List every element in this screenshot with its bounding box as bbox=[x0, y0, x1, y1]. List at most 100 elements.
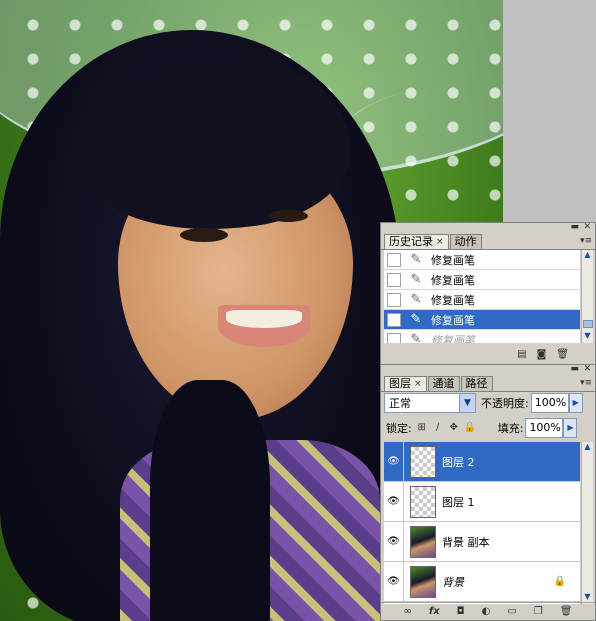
tab-label: 动作 bbox=[454, 235, 477, 248]
lock-transparency-icon[interactable]: ⊞ bbox=[416, 422, 428, 434]
minimize-icon[interactable]: ▬ bbox=[570, 222, 579, 232]
blend-mode-select[interactable]: 正常 ▼ bbox=[384, 393, 476, 413]
layer-thumbnail bbox=[410, 565, 436, 598]
tab-label: 通道 bbox=[432, 377, 455, 390]
panel-menu-icon[interactable]: ▾≡ bbox=[580, 378, 592, 388]
hair-front bbox=[150, 380, 270, 621]
left-eye bbox=[180, 228, 228, 242]
tab-actions[interactable]: 动作 bbox=[449, 234, 482, 249]
opacity-label: 不透明度: bbox=[481, 397, 529, 410]
history-tabs: 历史记录 × 动作 ▾≡ bbox=[381, 234, 595, 250]
fill-input[interactable]: 100% bbox=[525, 418, 564, 438]
layer-row-selected[interactable]: 👁 图层 2 bbox=[384, 442, 580, 482]
history-row-label: 修复画笔 bbox=[431, 273, 475, 287]
fill-label: 填充: bbox=[497, 422, 524, 435]
layer-thumbnail bbox=[410, 445, 436, 478]
history-row-label: 修复画笔 bbox=[431, 313, 475, 327]
minimize-icon[interactable]: ▬ bbox=[570, 364, 579, 374]
close-icon[interactable]: ✕ bbox=[583, 222, 591, 232]
layer-name: 图层 1 bbox=[442, 495, 475, 509]
snapshot-source-checkbox[interactable] bbox=[387, 332, 401, 343]
eye-icon[interactable]: 👁 bbox=[384, 442, 404, 482]
history-row-selected[interactable]: ✎ 修复画笔 bbox=[384, 310, 580, 330]
lock-label: 锁定: bbox=[386, 422, 412, 435]
camera-icon[interactable]: ◙ bbox=[537, 349, 547, 360]
eye-icon[interactable]: 👁 bbox=[384, 561, 404, 602]
scroll-down-icon[interactable]: ▼ bbox=[582, 331, 593, 343]
layer-row[interactable]: 👁 图层 1 bbox=[384, 481, 580, 522]
right-eye bbox=[268, 210, 308, 222]
healing-brush-icon: ✎ bbox=[410, 292, 422, 307]
trash-icon[interactable]: 🗑 bbox=[556, 349, 569, 360]
lock-all-icon[interactable]: 🔒 bbox=[464, 422, 476, 434]
tab-close-icon[interactable]: × bbox=[414, 377, 422, 391]
history-titlebar[interactable]: ▬ ✕ bbox=[381, 222, 595, 234]
tab-label: 路径 bbox=[465, 377, 488, 390]
scroll-up-icon[interactable]: ▲ bbox=[582, 442, 593, 454]
scroll-up-icon[interactable]: ▲ bbox=[582, 250, 593, 262]
healing-brush-icon: ✎ bbox=[410, 312, 422, 327]
tab-close-icon[interactable]: × bbox=[436, 235, 444, 249]
snapshot-source-checkbox[interactable] bbox=[387, 292, 401, 307]
history-row-label: 修复画笔 bbox=[431, 293, 475, 307]
layers-footer: ∞ fx ◘ ◐ ▭ ❐ 🗑 bbox=[381, 602, 595, 620]
layers-titlebar[interactable]: ▬ ✕ bbox=[381, 364, 595, 376]
adjustment-icon[interactable]: ◐ bbox=[482, 606, 491, 617]
snapshot-source-checkbox[interactable] bbox=[387, 312, 401, 327]
opacity-slider-button[interactable]: ▶ bbox=[568, 393, 583, 413]
layers-panel: ▬ ✕ 图层 × 通道 路径 ▾≡ 正常 ▼ 不透明度: 100% ▶ 锁定: … bbox=[380, 364, 596, 621]
tab-layers[interactable]: 图层 × bbox=[384, 376, 427, 391]
layers-scrollbar[interactable]: ▲ ▼ bbox=[581, 442, 593, 604]
history-row[interactable]: ✎ 修复画笔 bbox=[384, 250, 580, 270]
opacity-input[interactable]: 100% bbox=[530, 393, 569, 413]
trash-icon[interactable]: 🗑 bbox=[560, 606, 573, 617]
history-list: ✎ 修复画笔 ✎ 修复画笔 ✎ 修复画笔 ✎ 修复画笔 ✎ 修复画笔 bbox=[384, 250, 580, 343]
history-row-undone[interactable]: ✎ 修复画笔 bbox=[384, 330, 580, 343]
eye-icon[interactable]: 👁 bbox=[384, 481, 404, 522]
tab-history[interactable]: 历史记录 × bbox=[384, 234, 449, 249]
layer-row[interactable]: 👁 背景 副本 bbox=[384, 521, 580, 562]
fx-icon[interactable]: fx bbox=[429, 606, 440, 617]
history-scrollbar[interactable]: ▲ ▼ bbox=[581, 250, 593, 343]
history-row-label: 修复画笔 bbox=[431, 333, 475, 344]
fill-slider-button[interactable]: ▶ bbox=[563, 418, 578, 438]
close-icon[interactable]: ✕ bbox=[583, 364, 591, 374]
mask-icon[interactable]: ◘ bbox=[457, 606, 465, 617]
layers-tabs: 图层 × 通道 路径 ▾≡ bbox=[381, 376, 595, 392]
layer-name: 背景 副本 bbox=[442, 535, 490, 549]
snapshot-source-checkbox[interactable] bbox=[387, 252, 401, 267]
tab-label: 图层 bbox=[389, 377, 411, 390]
scroll-thumb[interactable] bbox=[583, 320, 593, 328]
layer-thumbnail bbox=[410, 525, 436, 558]
lock-fill-row: 锁定: ⊞ ∕ ✥ 🔒 填充: 100% ▶ bbox=[384, 418, 594, 438]
history-footer: ▤ ◙ 🗑 bbox=[381, 344, 595, 364]
layer-row[interactable]: 👁 背景 🔒 bbox=[384, 561, 580, 602]
blend-opacity-row: 正常 ▼ 不透明度: 100% ▶ bbox=[384, 392, 594, 414]
snapshot-source-checkbox[interactable] bbox=[387, 272, 401, 287]
new-document-from-state-icon[interactable]: ▤ bbox=[517, 349, 526, 360]
lock-position-icon[interactable]: ✥ bbox=[448, 422, 460, 434]
history-row[interactable]: ✎ 修复画笔 bbox=[384, 270, 580, 290]
layer-name: 图层 2 bbox=[442, 455, 475, 469]
healing-brush-icon: ✎ bbox=[410, 272, 422, 287]
healing-brush-icon: ✎ bbox=[410, 332, 422, 343]
new-layer-icon[interactable]: ❐ bbox=[534, 606, 543, 617]
folder-icon[interactable]: ▭ bbox=[507, 606, 516, 617]
history-row[interactable]: ✎ 修复画笔 bbox=[384, 290, 580, 310]
layers-list: 👁 图层 2 👁 图层 1 👁 背景 副本 👁 背景 🔒 bbox=[384, 442, 580, 604]
tab-paths[interactable]: 路径 bbox=[460, 376, 493, 391]
lock-pixels-icon[interactable]: ∕ bbox=[432, 422, 444, 434]
layer-name: 背景 bbox=[442, 575, 464, 589]
healing-brush-icon: ✎ bbox=[410, 252, 422, 267]
lock-icon: 🔒 bbox=[553, 576, 566, 587]
panel-menu-icon[interactable]: ▾≡ bbox=[580, 236, 592, 246]
history-panel: ▬ ✕ 历史记录 × 动作 ▾≡ ✎ 修复画笔 ✎ 修复画笔 ✎ 修复画笔 ✎ … bbox=[380, 222, 596, 365]
teeth bbox=[226, 310, 302, 328]
history-row-label: 修复画笔 bbox=[431, 253, 475, 267]
eye-icon[interactable]: 👁 bbox=[384, 521, 404, 562]
tab-channels[interactable]: 通道 bbox=[427, 376, 460, 391]
link-icon[interactable]: ∞ bbox=[404, 606, 412, 617]
layer-thumbnail bbox=[410, 485, 436, 518]
tab-label: 历史记录 bbox=[389, 235, 433, 248]
chevron-down-icon[interactable]: ▼ bbox=[459, 394, 475, 412]
